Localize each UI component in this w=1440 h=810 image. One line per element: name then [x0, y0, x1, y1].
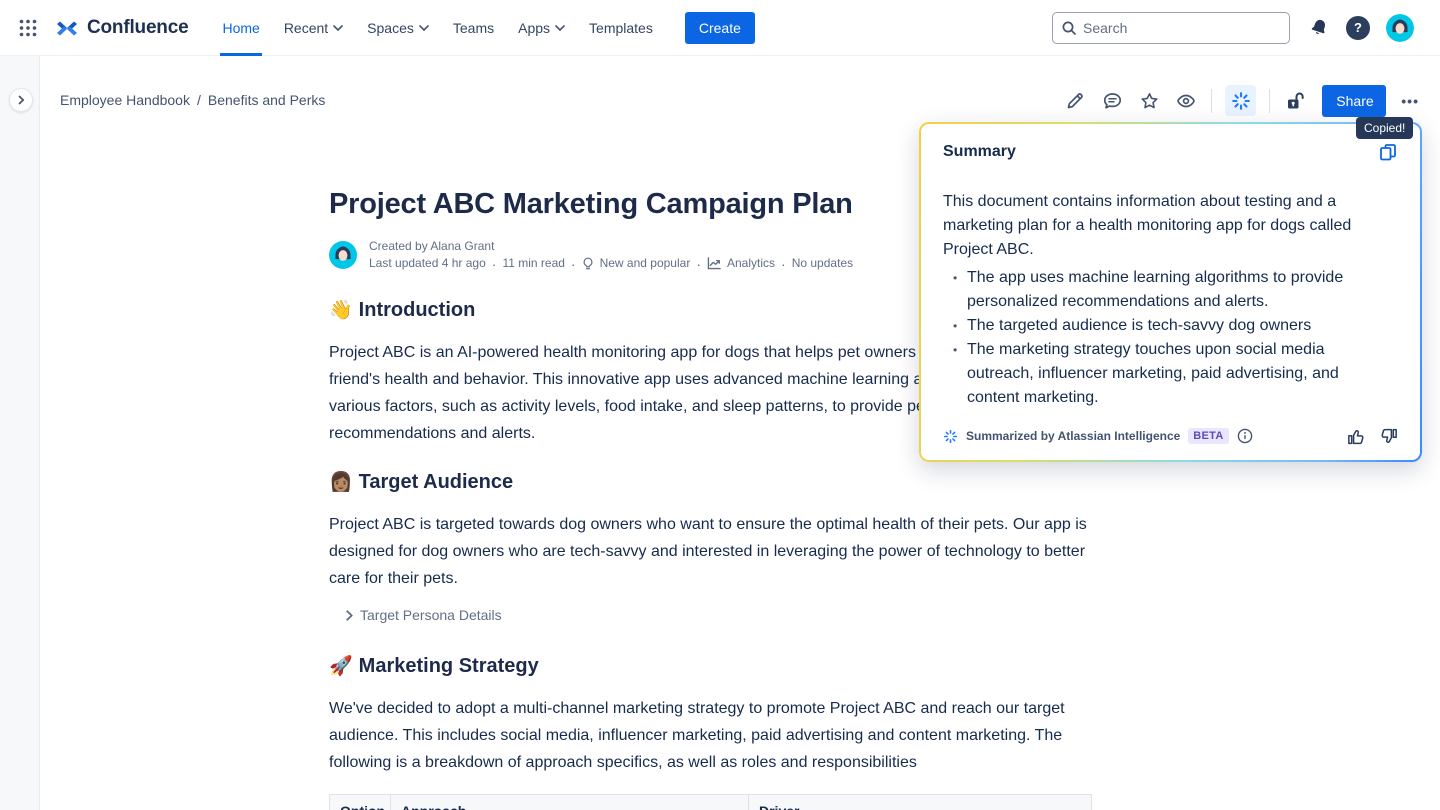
- toolbar-divider: [1269, 89, 1270, 113]
- read-time: 11 min read: [502, 255, 564, 272]
- byline-meta: Last updated 4 hr ago · 11 min read · Ne…: [369, 255, 853, 272]
- chevron-right-icon: [17, 95, 26, 105]
- copied-tooltip: Copied!: [1356, 117, 1413, 139]
- chevron-down-icon: [333, 25, 343, 31]
- summary-attribution: Summarized by Atlassian Intelligence: [966, 429, 1180, 443]
- more-actions-button[interactable]: •••: [1399, 93, 1421, 109]
- toolbar-divider: [1211, 89, 1212, 113]
- person-emoji: 👩🏽: [329, 473, 353, 493]
- help-button[interactable]: ?: [1346, 16, 1370, 40]
- collapsed-sidebar: [0, 56, 40, 810]
- watch-button[interactable]: [1174, 89, 1198, 113]
- updates-status: No updates: [792, 255, 853, 272]
- notifications-button[interactable]: [1308, 17, 1330, 39]
- top-nav: Confluence Home Recent Spaces Teams Apps: [0, 0, 1440, 56]
- grid-icon: [19, 19, 37, 37]
- summary-title: Summary: [943, 141, 1016, 163]
- lightbulb-icon: [582, 257, 594, 271]
- favorite-button[interactable]: [1137, 89, 1161, 113]
- last-updated[interactable]: Last updated 4 hr ago: [369, 255, 486, 272]
- wave-emoji: 👋: [329, 301, 353, 321]
- comments-button[interactable]: [1100, 89, 1124, 113]
- nav-item-teams[interactable]: Teams: [451, 0, 496, 56]
- target-audience-paragraph: Project ABC is targeted towards dog owne…: [329, 511, 1091, 592]
- pencil-icon: [1065, 91, 1085, 111]
- confluence-logo[interactable]: Confluence: [54, 16, 188, 40]
- section-heading-marketing-strategy: 🚀 Marketing Strategy: [329, 654, 1091, 679]
- nav-item-home[interactable]: Home: [220, 0, 261, 56]
- copy-summary-button[interactable]: [1376, 140, 1400, 164]
- search-icon: [1061, 20, 1077, 36]
- star-icon: [1139, 91, 1160, 111]
- breadcrumb-page[interactable]: Benefits and Perks: [208, 92, 326, 108]
- app-switcher-icon[interactable]: [12, 12, 44, 44]
- strategy-table: Option Approach Driver: [329, 794, 1092, 810]
- analytics-icon: [707, 257, 721, 270]
- sidebar-expand-button[interactable]: [9, 88, 33, 112]
- help-question-glyph: ?: [1354, 20, 1362, 35]
- rocket-emoji: 🚀: [329, 657, 353, 677]
- summary-bullet: The app uses machine learning algorithms…: [967, 266, 1383, 314]
- nav-item-recent[interactable]: Recent: [282, 0, 345, 56]
- confluence-logo-text: Confluence: [87, 17, 188, 39]
- summary-bullet: The marketing strategy touches upon soci…: [967, 338, 1383, 410]
- thumbs-up-icon: [1346, 427, 1365, 446]
- nav-right-cluster: ?: [1308, 14, 1414, 42]
- breadcrumb-space[interactable]: Employee Handbook: [60, 92, 190, 108]
- atlassian-intelligence-button[interactable]: [1225, 85, 1256, 116]
- create-button[interactable]: Create: [685, 12, 755, 44]
- nav-item-templates[interactable]: Templates: [587, 0, 655, 56]
- table-header-driver: Driver: [749, 795, 1092, 810]
- ai-sparkle-icon: [1231, 91, 1251, 111]
- bell-icon: [1308, 17, 1330, 39]
- breadcrumb: Employee Handbook / Benefits and Perks: [60, 92, 325, 108]
- summary-bullet-list: The app uses machine learning algorithms…: [943, 266, 1383, 410]
- table-header-approach: Approach: [391, 795, 749, 810]
- unlock-icon: [1285, 91, 1305, 111]
- ai-summary-panel: Summary This document contains informati…: [919, 122, 1422, 462]
- search-box[interactable]: [1052, 12, 1290, 44]
- summary-intro: This document contains information about…: [943, 190, 1383, 262]
- expand-label: Target Persona Details: [360, 607, 502, 623]
- ai-sparkle-icon: [943, 429, 958, 444]
- primary-nav: Home Recent Spaces Teams Apps Templates: [210, 0, 664, 56]
- search-input[interactable]: [1083, 20, 1281, 36]
- page-toolbar: Share •••: [1063, 84, 1421, 117]
- eye-icon: [1175, 91, 1197, 111]
- thumbs-down-icon: [1380, 427, 1399, 446]
- share-button[interactable]: Share: [1322, 85, 1386, 117]
- nav-item-apps[interactable]: Apps: [516, 0, 567, 56]
- analytics-link[interactable]: Analytics: [727, 255, 775, 272]
- author-avatar[interactable]: [329, 241, 357, 269]
- thumbs-down-button[interactable]: [1378, 425, 1400, 447]
- restrictions-button[interactable]: [1283, 89, 1307, 113]
- chevron-down-icon: [555, 25, 565, 31]
- section-heading-target-audience: 👩🏽 Target Audience: [329, 470, 1091, 495]
- comment-icon: [1102, 91, 1123, 111]
- chevron-right-icon: [345, 610, 354, 621]
- table-header-option: Option: [330, 795, 391, 810]
- breadcrumb-separator: /: [197, 92, 201, 108]
- thumbs-up-button[interactable]: [1344, 425, 1366, 447]
- user-avatar[interactable]: [1386, 14, 1414, 42]
- chevron-down-icon: [419, 25, 429, 31]
- info-icon[interactable]: [1237, 428, 1253, 444]
- avatar-icon: [1386, 14, 1414, 42]
- summary-bullet: The targeted audience is tech-savvy dog …: [967, 314, 1383, 338]
- confluence-page: Confluence Home Recent Spaces Teams Apps: [0, 0, 1440, 810]
- popular-badge: New and popular: [600, 255, 691, 272]
- table-header-row: Option Approach Driver: [330, 795, 1092, 810]
- copy-icon: [1378, 142, 1398, 162]
- edit-button[interactable]: [1063, 89, 1087, 113]
- nav-item-spaces[interactable]: Spaces: [365, 0, 431, 56]
- feedback-buttons: [1344, 425, 1400, 447]
- summary-footer: Summarized by Atlassian Intelligence BET…: [943, 425, 1400, 447]
- beta-badge: BETA: [1188, 428, 1228, 444]
- created-by: Created by Alana Grant: [369, 238, 853, 255]
- expand-target-persona[interactable]: Target Persona Details: [329, 607, 1091, 623]
- marketing-strategy-paragraph: We've decided to adopt a multi-channel m…: [329, 695, 1091, 776]
- confluence-logo-icon: [54, 16, 80, 40]
